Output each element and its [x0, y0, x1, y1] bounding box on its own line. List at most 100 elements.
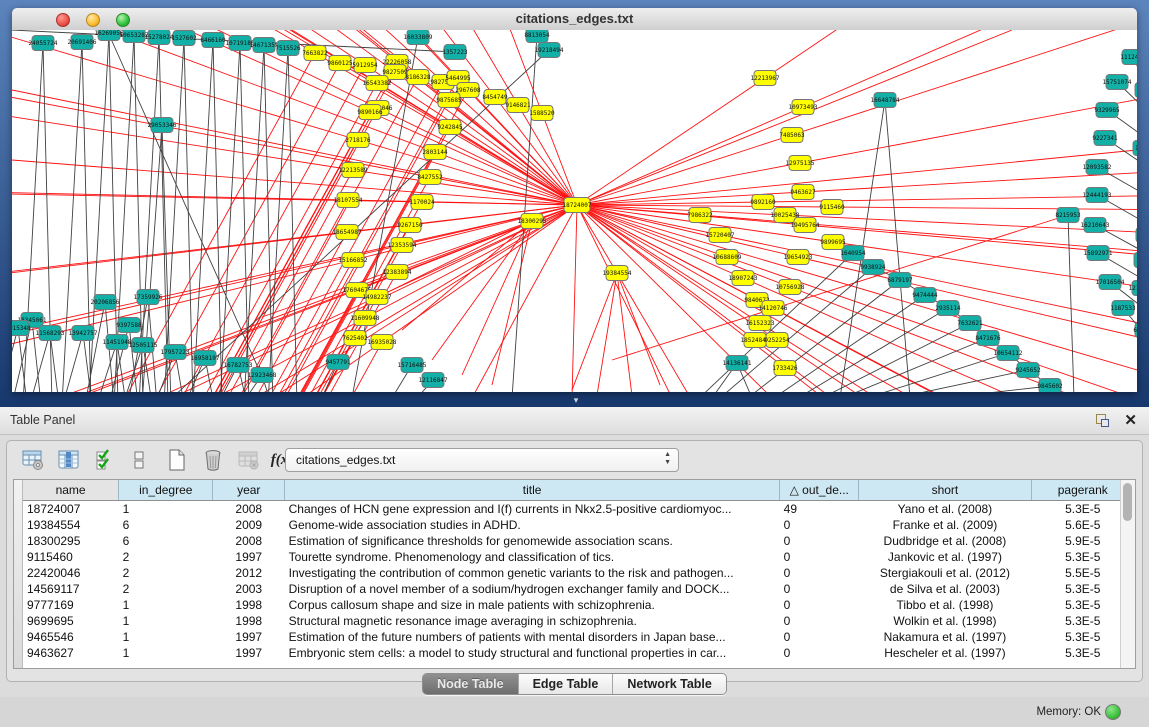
graph-node[interactable]: 12505115 — [129, 338, 158, 353]
table-cell[interactable]: 0 — [780, 517, 859, 533]
table-cell[interactable]: Estimation of the future numbers of pati… — [285, 629, 780, 645]
vertical-scrollbar[interactable] — [1120, 480, 1135, 668]
graph-node[interactable]: 9242845 — [437, 120, 463, 135]
table-cell[interactable]: Estimation of significance thresholds fo… — [285, 533, 780, 549]
table-row[interactable]: 969969511998Structural magnetic resonanc… — [23, 613, 1135, 629]
table-cell[interactable]: 18300295 — [23, 533, 119, 549]
graph-node[interactable]: 12923468 — [248, 368, 277, 383]
table-cell[interactable]: 9463627 — [23, 645, 119, 661]
graph-node[interactable]: 11451948 — [103, 335, 132, 350]
graph-node[interactable]: 10973493 — [789, 100, 818, 115]
graph-node[interactable]: 18907243 — [729, 271, 758, 286]
graph-node[interactable]: 2935114 — [935, 301, 961, 316]
table-cell[interactable]: 5.3E-5 — [1031, 613, 1134, 629]
hub-node[interactable]: 18724007 — [563, 198, 592, 213]
graph-node[interactable]: 14136141 — [723, 356, 752, 371]
table-cell[interactable]: 5.3E-5 — [1031, 549, 1134, 565]
graph-node[interactable]: 8215953 — [1055, 208, 1081, 223]
table-cell[interactable]: 19384554 — [23, 517, 119, 533]
graph-node[interactable]: 9227341 — [1092, 131, 1118, 146]
table-cell[interactable]: Dudbridge et al. (2008) — [859, 533, 1031, 549]
table-row[interactable]: 946362711997Embryonic stem cells: a mode… — [23, 645, 1135, 661]
table-row[interactable]: 946554611997Estimation of the future num… — [23, 629, 1135, 645]
graph-node[interactable]: 12116847 — [419, 373, 448, 388]
graph-node[interactable]: 18300295 — [518, 214, 547, 229]
table-cell[interactable]: 0 — [780, 597, 859, 613]
table-cell[interactable]: Tibbo et al. (1998) — [859, 597, 1031, 613]
graph-node[interactable]: 16543382 — [363, 76, 392, 91]
combo-stepper-icon[interactable]: ▲▼ — [664, 451, 671, 467]
table-cell[interactable]: Wolkin et al. (1998) — [859, 613, 1031, 629]
delete-columns-icon[interactable] — [199, 447, 227, 475]
graph-node[interactable]: 9875685 — [436, 93, 462, 108]
graph-node[interactable]: 1588520 — [529, 106, 555, 121]
table-cell[interactable]: Nakamura et al. (1997) — [859, 629, 1031, 645]
graph-node[interactable]: 18107554 — [334, 193, 363, 208]
window-titlebar[interactable]: citations_edges.txt — [12, 8, 1137, 31]
tab-edge-table[interactable]: Edge Table — [519, 674, 614, 694]
graph-node[interactable]: 10688609 — [713, 250, 742, 265]
table-height-icon[interactable] — [125, 447, 153, 475]
table-cell[interactable]: 1 — [119, 597, 213, 613]
table-row[interactable]: 1456911722003Disruption of a novel membe… — [23, 581, 1135, 597]
graph-node[interactable]: 9397588 — [116, 318, 142, 333]
graph-node[interactable]: 7986322 — [687, 208, 713, 223]
table-cell[interactable]: 2008 — [213, 501, 285, 518]
column-header-title[interactable]: title — [285, 480, 780, 501]
graph-node[interactable]: 9860125 — [327, 56, 353, 71]
column-header-year[interactable]: year — [213, 480, 285, 501]
graph-node[interactable]: 19654923 — [784, 250, 813, 265]
graph-node[interactable]: 17957223 — [161, 345, 190, 360]
splitter-handle[interactable]: ▾ — [570, 396, 582, 404]
graph-node[interactable]: 11609948 — [351, 311, 380, 326]
table-cell[interactable]: 18724007 — [23, 501, 119, 518]
graph-node[interactable]: 1733426 — [772, 361, 798, 376]
table-row[interactable]: 1830029562008Estimation of significance … — [23, 533, 1135, 549]
graph-node[interactable]: 7632621 — [957, 316, 983, 331]
table-cell[interactable]: 49 — [780, 501, 859, 518]
table-cell[interactable]: 0 — [780, 565, 859, 581]
table-cell[interactable]: 2 — [119, 581, 213, 597]
graph-node[interactable]: 7485063 — [779, 128, 805, 143]
graph-node[interactable]: 16648784 — [871, 93, 900, 108]
table-cell[interactable]: 5.3E-5 — [1031, 645, 1134, 661]
table-cell[interactable]: 22420046 — [23, 565, 119, 581]
table-cell[interactable]: 2009 — [213, 517, 285, 533]
table-cell[interactable]: Embryonic stem cells: a model to study s… — [285, 645, 780, 661]
table-cell[interactable]: 9777169 — [23, 597, 119, 613]
graph-node[interactable]: 6775082 — [1133, 323, 1137, 338]
graph-node[interactable]: 24055724 — [29, 36, 58, 51]
table-cell[interactable]: Hescheler et al. (1997) — [859, 645, 1031, 661]
table-select-combo[interactable]: citations_edges.txt ▲▼ — [285, 448, 679, 472]
graph-node[interactable]: 8186328 — [405, 70, 431, 85]
table-cell[interactable]: 9699695 — [23, 613, 119, 629]
graph-node[interactable]: 12093582 — [1083, 160, 1112, 175]
graph-node[interactable]: 1112404 — [1120, 50, 1137, 65]
tab-network-table[interactable]: Network Table — [613, 674, 726, 694]
graph-node[interactable]: 7663822 — [302, 46, 328, 61]
graph-node[interactable]: 14982237 — [363, 290, 392, 305]
graph-node[interactable]: 16033809 — [404, 30, 433, 45]
citation-network-graph[interactable]: 1872400724055724206914061626905610653287… — [12, 30, 1137, 392]
graph-node[interactable]: 9899695 — [820, 235, 846, 250]
graph-node[interactable]: 20206856 — [91, 295, 120, 310]
float-window-icon[interactable] — [1096, 414, 1109, 427]
graph-node[interactable]: 12103554 — [1129, 281, 1137, 296]
graph-node[interactable]: 15720407 — [706, 228, 735, 243]
table-cell[interactable]: Structural magnetic resonance image aver… — [285, 613, 780, 629]
table-cell[interactable]: 1997 — [213, 629, 285, 645]
table-cell[interactable]: 0 — [780, 645, 859, 661]
graph-node[interactable]: 16782753 — [224, 358, 253, 373]
table-cell[interactable]: 5.3E-5 — [1031, 581, 1134, 597]
graph-node[interactable]: 9245652 — [1015, 363, 1041, 378]
graph-node[interactable]: 10756928 — [776, 280, 805, 295]
graph-node[interactable]: 3915348 — [12, 321, 31, 336]
network-canvas[interactable]: 1872400724055724206914061626905610653287… — [12, 30, 1137, 392]
column-header-short[interactable]: short — [859, 480, 1031, 501]
table-cell[interactable]: 1998 — [213, 597, 285, 613]
graph-node[interactable]: 15166852 — [339, 253, 368, 268]
graph-node[interactable]: 7625402 — [342, 331, 368, 346]
graph-node[interactable]: 29053346 — [148, 118, 177, 133]
table-row[interactable]: 2242004622012Investigating the contribut… — [23, 565, 1135, 581]
graph-node[interactable]: 20691406 — [68, 35, 97, 50]
